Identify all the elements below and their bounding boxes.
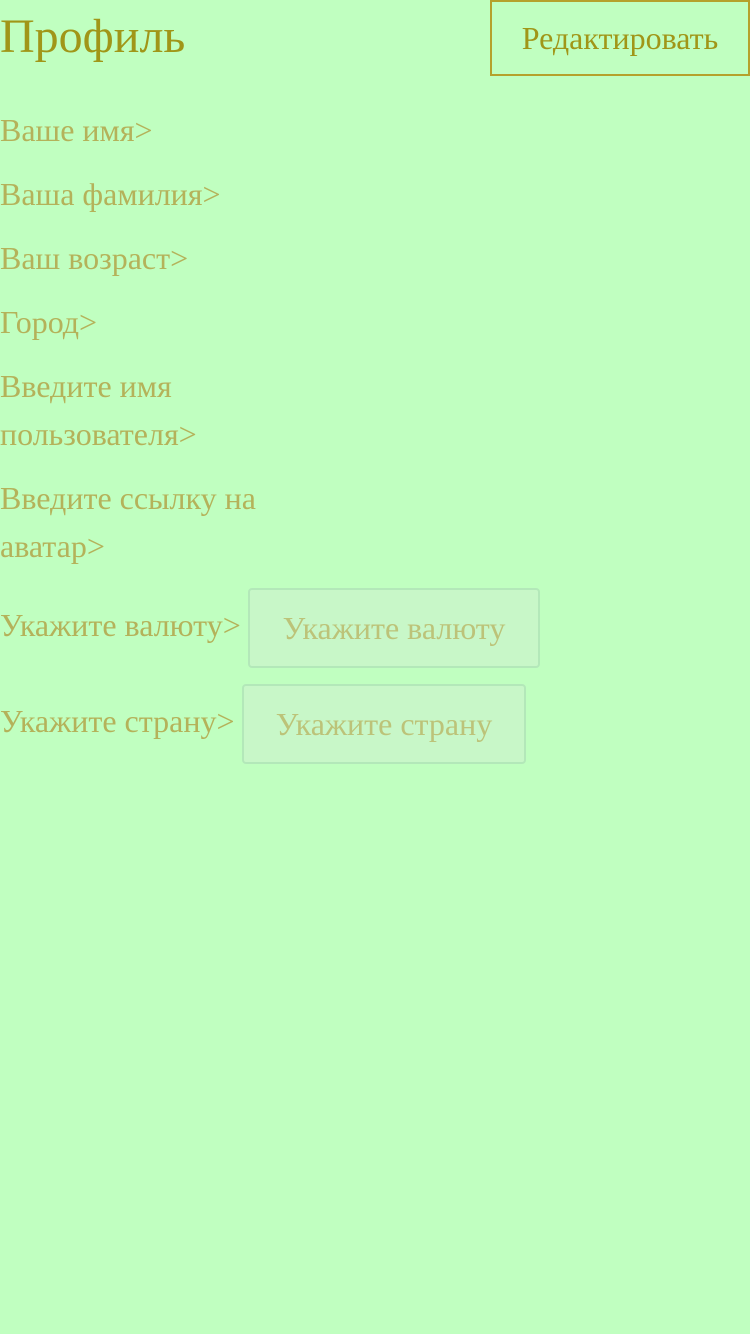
username-field[interactable]: Введите имя пользователя> (0, 362, 265, 458)
last-name-field[interactable]: Ваша фамилия> (0, 170, 221, 218)
country-select-button[interactable]: Укажите страну (242, 684, 526, 764)
avatar-link-field[interactable]: Введите ссылку на аватар> (0, 474, 265, 570)
header: Профиль Редактировать (0, 0, 750, 76)
page-title: Профиль (0, 10, 186, 63)
currency-label: Укажите валюту> (0, 607, 241, 643)
currency-select-button[interactable]: Укажите валюту (248, 588, 540, 668)
city-field[interactable]: Город> (0, 298, 97, 346)
age-field[interactable]: Ваш возраст> (0, 234, 188, 282)
country-label: Укажите страну> (0, 703, 235, 739)
edit-button[interactable]: Редактировать (490, 0, 750, 76)
first-name-field[interactable]: Ваше имя> (0, 106, 153, 154)
